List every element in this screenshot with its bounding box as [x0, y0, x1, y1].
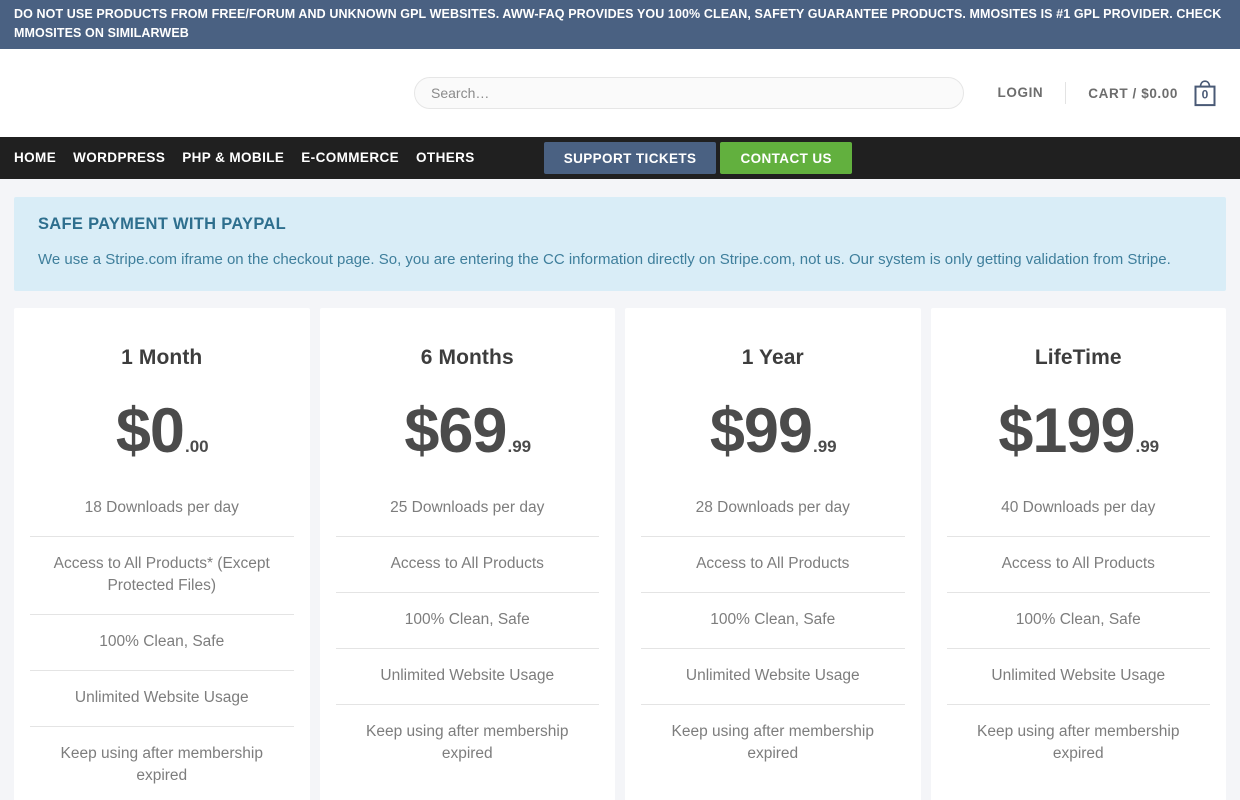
list-item: Keep using after membership expired [335, 704, 599, 782]
cart-link[interactable]: CART / $0.00 0 [1066, 77, 1226, 109]
list-item: 100% Clean, Safe [641, 592, 905, 648]
plan-price: $99.99 [641, 400, 905, 463]
list-item: Keep using after membership expired [641, 704, 905, 782]
login-link[interactable]: LOGIN [980, 82, 1067, 104]
plan-price-cents: .99 [1135, 437, 1160, 456]
plan-title: LifeTime [1034, 346, 1122, 369]
plan-price-cents: .99 [812, 437, 837, 456]
list-item: Access to All Products [641, 536, 905, 592]
search-form[interactable] [414, 77, 964, 109]
plan-feature-list: 18 Downloads per day Access to All Produ… [30, 497, 294, 800]
pricing-card-lifetime[interactable]: LifeTime $199.99 40 Downloads per day Ac… [930, 308, 1226, 800]
list-item: 18 Downloads per day [84, 499, 239, 516]
plan-feature-list: 28 Downloads per day Access to All Produ… [641, 497, 905, 782]
plan-price-amount: $69 [404, 396, 507, 466]
cart-total-label: CART / $0.00 [1088, 85, 1178, 101]
nav-item-others[interactable]: OTHERS [416, 137, 492, 179]
nav-item-wordpress[interactable]: WORDPRESS [73, 137, 182, 179]
plan-price-amount: $199 [998, 396, 1135, 466]
list-item: 28 Downloads per day [695, 499, 850, 516]
search-input[interactable] [414, 77, 964, 109]
list-item: Access to All Products [335, 536, 599, 592]
plan-price-cents: .99 [507, 437, 532, 456]
plan-price: $0.00 [30, 400, 294, 463]
plan-title: 1 Month [121, 346, 203, 369]
page-content: SAFE PAYMENT WITH PAYPAL We use a Stripe… [0, 197, 1240, 800]
list-item: Unlimited Website Usage [641, 648, 905, 704]
site-header: LOGIN CART / $0.00 0 [0, 49, 1240, 137]
shopping-bag-icon: 0 [1190, 77, 1220, 109]
list-item: Access to All Products [946, 536, 1210, 592]
safe-payment-alert: SAFE PAYMENT WITH PAYPAL We use a Stripe… [14, 197, 1226, 291]
list-item: 100% Clean, Safe [946, 592, 1210, 648]
plan-price-amount: $99 [709, 396, 813, 466]
pricing-table: 1 Month $0.00 18 Downloads per day Acces… [14, 308, 1226, 800]
top-notice-bar: DO NOT USE PRODUCTS FROM FREE/FORUM AND … [0, 0, 1240, 49]
pricing-card-1-month[interactable]: 1 Month $0.00 18 Downloads per day Acces… [14, 308, 310, 800]
plan-title: 6 Months [420, 346, 514, 369]
list-item: 100% Clean, Safe [30, 614, 294, 670]
nav-link-group: HOME WORDPRESS PHP & MOBILE E-COMMERCE O… [14, 137, 492, 179]
plan-price-amount: $0 [115, 396, 185, 466]
plan-feature-list: 40 Downloads per day Access to All Produ… [946, 497, 1210, 782]
nav-button-group: SUPPORT TICKETS CONTACT US [543, 137, 852, 179]
pricing-card-1-year[interactable]: 1 Year $99.99 28 Downloads per day Acces… [625, 308, 921, 800]
site-logo[interactable] [14, 63, 414, 123]
header-right-group: LOGIN CART / $0.00 0 [414, 77, 1226, 109]
list-item: 25 Downloads per day [390, 499, 545, 516]
plan-feature-list: 25 Downloads per day Access to All Produ… [335, 497, 599, 782]
list-item: Unlimited Website Usage [946, 648, 1210, 704]
cart-count-badge: 0 [1201, 87, 1209, 102]
support-tickets-button[interactable]: SUPPORT TICKETS [543, 142, 717, 174]
plan-price: $199.99 [947, 400, 1211, 463]
alert-title: SAFE PAYMENT WITH PAYPAL [38, 215, 287, 233]
nav-item-ecommerce[interactable]: E-COMMERCE [301, 137, 416, 179]
nav-item-home[interactable]: HOME [14, 137, 73, 179]
nav-item-php-mobile[interactable]: PHP & MOBILE [182, 137, 301, 179]
list-item: Access to All Products* (Except Protecte… [30, 536, 294, 614]
plan-price: $69.99 [336, 400, 600, 463]
plan-title: 1 Year [741, 346, 804, 369]
list-item: 100% Clean, Safe [335, 592, 599, 648]
list-item: Keep using after membership expired [946, 704, 1210, 782]
pricing-card-6-months[interactable]: 6 Months $69.99 25 Downloads per day Acc… [319, 308, 615, 800]
plan-price-cents: .00 [184, 437, 209, 456]
alert-body-text: We use a Stripe.com iframe on the checko… [38, 251, 1171, 268]
list-item: Unlimited Website Usage [30, 670, 294, 726]
contact-us-button[interactable]: CONTACT US [720, 142, 852, 174]
list-item: 40 Downloads per day [1001, 499, 1156, 516]
list-item: Keep using after membership expired [30, 726, 294, 800]
list-item: Unlimited Website Usage [335, 648, 599, 704]
top-notice-text: DO NOT USE PRODUCTS FROM FREE/FORUM AND … [14, 7, 1222, 40]
main-navigation: HOME WORDPRESS PHP & MOBILE E-COMMERCE O… [0, 137, 1240, 179]
